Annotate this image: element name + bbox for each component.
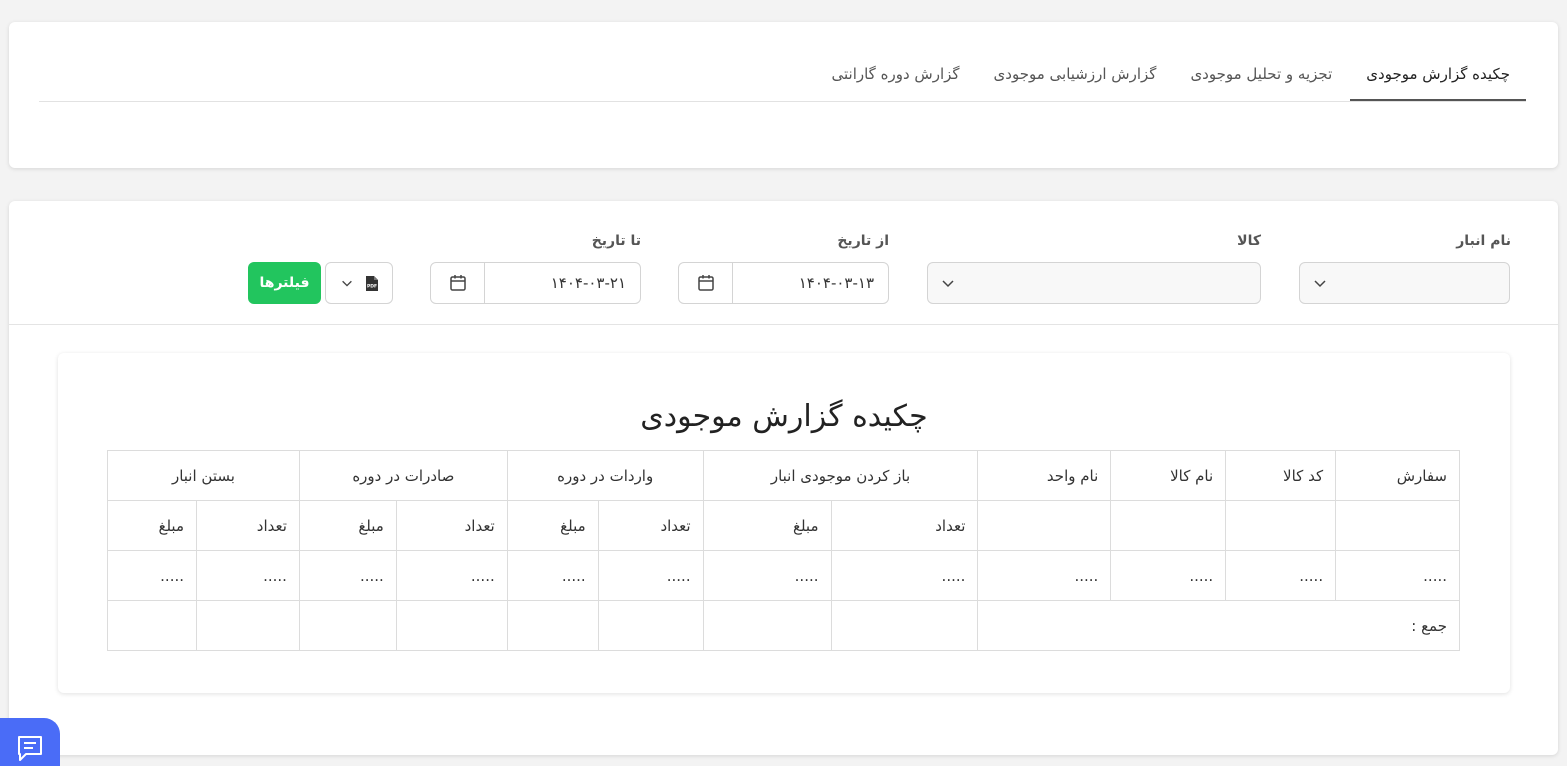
- report-sheet: چکیده گزارش موجودی سفارش کد کالا نام کال…: [58, 353, 1510, 693]
- total-label: جمع :: [977, 600, 1460, 651]
- calendar-icon[interactable]: [431, 263, 485, 303]
- export-dropdown[interactable]: PDF: [325, 262, 393, 304]
- cell-placeholder: .....: [597, 550, 704, 601]
- header-opening-stock: باز کردن موجودی انبار: [702, 450, 979, 501]
- pdf-file-icon: PDF: [365, 275, 378, 291]
- from-date-value[interactable]: ۱۴۰۴-۰۳-۱۳: [733, 263, 888, 303]
- header-inbound-period: واردات در دوره: [506, 450, 704, 501]
- to-date-picker[interactable]: ۱۴۰۴-۰۳-۲۱: [430, 262, 641, 304]
- chevron-down-icon: [1314, 280, 1326, 288]
- chevron-down-icon: [942, 280, 954, 288]
- header-outbound-period: صادرات در دوره: [298, 450, 508, 501]
- calendar-icon[interactable]: [679, 263, 733, 303]
- tab-warranty-period[interactable]: گزارش دوره گارانتی: [816, 51, 976, 101]
- table-total-row: جمع :: [107, 600, 1460, 651]
- tab-inventory-valuation[interactable]: گزارش ارزشیابی موجودی: [978, 51, 1173, 101]
- tabs-card: چکیده گزارش موجودی تجزیه و تحلیل موجودی …: [9, 22, 1558, 168]
- cell-placeholder: .....: [506, 550, 599, 601]
- warehouse-label: نام انبار: [1456, 233, 1511, 249]
- header-unit-name: نام واحد: [977, 450, 1112, 501]
- header-product-code: کد کالا: [1225, 450, 1337, 501]
- subheader-amount: مبلغ: [506, 500, 599, 551]
- subheader-qty: تعداد: [395, 500, 508, 551]
- subheader-qty: تعداد: [830, 500, 979, 551]
- cell-placeholder: .....: [977, 550, 1112, 601]
- tab-inventory-summary[interactable]: چکیده گزارش موجودی: [1350, 51, 1526, 101]
- cell-placeholder: .....: [1225, 550, 1337, 601]
- cell-placeholder: .....: [1335, 550, 1460, 601]
- header-order: سفارش: [1335, 450, 1460, 501]
- filters-button[interactable]: فیلترها: [248, 262, 321, 304]
- cell-placeholder: .....: [107, 550, 197, 601]
- header-closing-stock: بستن انبار: [107, 450, 300, 501]
- svg-text:PDF: PDF: [366, 283, 376, 289]
- header-product-name: نام کالا: [1110, 450, 1227, 501]
- cell-placeholder: .....: [1110, 550, 1227, 601]
- report-card: نام انبار کالا از تاریخ تا تاریخ ۱۴۰۴-۰۳…: [9, 201, 1558, 755]
- subheader-amount: مبلغ: [298, 500, 397, 551]
- subheader-amount: مبلغ: [702, 500, 832, 551]
- cell-placeholder: .....: [702, 550, 832, 601]
- report-table: سفارش کد کالا نام کالا نام واحد باز کردن…: [107, 450, 1460, 651]
- subheader-qty: تعداد: [196, 500, 300, 551]
- report-title: چکیده گزارش موجودی: [640, 399, 928, 434]
- to-date-value[interactable]: ۱۴۰۴-۰۳-۲۱: [485, 263, 640, 303]
- filters-divider: [9, 324, 1558, 325]
- chat-icon: [18, 736, 42, 761]
- cell-placeholder: .....: [830, 550, 979, 601]
- table-header-row: سفارش کد کالا نام کالا نام واحد باز کردن…: [107, 450, 1460, 501]
- product-label: کالا: [1237, 233, 1261, 249]
- tab-inventory-analysis[interactable]: تجزیه و تحلیل موجودی: [1174, 51, 1348, 101]
- subheader-amount: مبلغ: [107, 500, 197, 551]
- subheader-qty: تعداد: [597, 500, 704, 551]
- cell-placeholder: .....: [196, 550, 300, 601]
- cell-placeholder: .....: [395, 550, 508, 601]
- from-date-label: از تاریخ: [837, 233, 889, 249]
- product-select[interactable]: [927, 262, 1261, 304]
- chat-button[interactable]: [0, 718, 60, 766]
- to-date-label: تا تاریخ: [591, 233, 641, 249]
- report-tabs: چکیده گزارش موجودی تجزیه و تحلیل موجودی …: [39, 52, 1526, 102]
- from-date-picker[interactable]: ۱۴۰۴-۰۳-۱۳: [678, 262, 889, 304]
- cell-placeholder: .....: [298, 550, 397, 601]
- warehouse-select[interactable]: [1299, 262, 1510, 304]
- chevron-down-icon: [341, 280, 352, 287]
- table-row: ..... ..... ..... ..... ..... ..... ....…: [107, 550, 1460, 601]
- table-subheader-row: تعداد مبلغ تعداد مبلغ تعداد مبلغ تعداد م…: [107, 500, 1460, 551]
